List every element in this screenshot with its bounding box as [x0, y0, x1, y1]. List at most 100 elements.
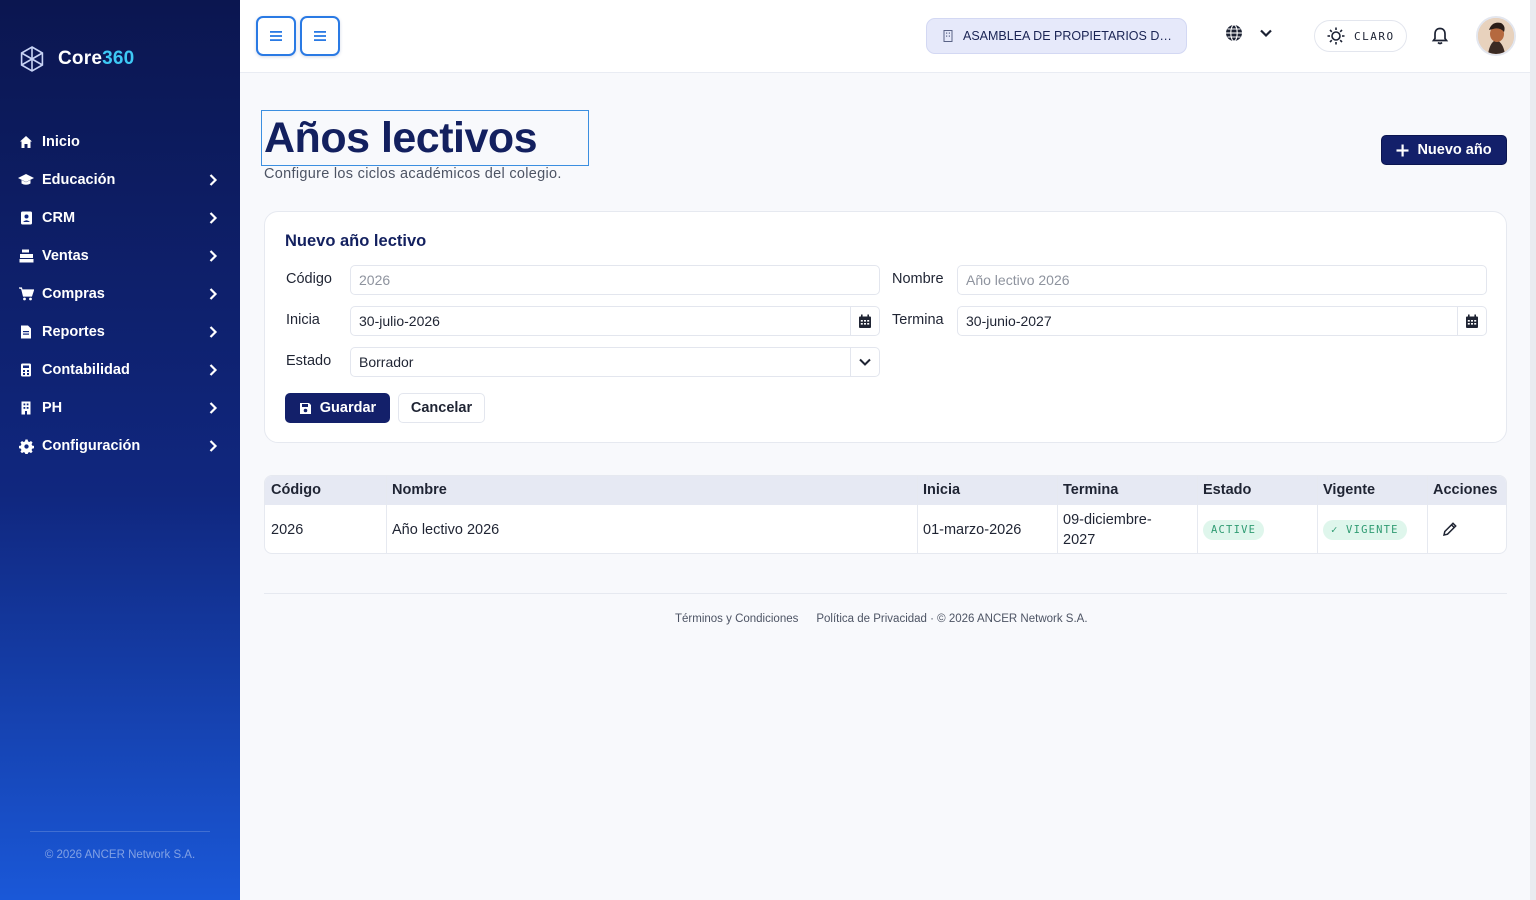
sidebar-item-inicio[interactable]: Inicio — [0, 123, 240, 161]
chevron-right-icon — [209, 326, 218, 338]
termina-date-input[interactable]: 30-junio-2027 — [957, 306, 1487, 336]
sidebar-item-label: Configuración — [42, 438, 141, 454]
sidebar-item-label: Inicio — [42, 134, 80, 150]
edit-pencil-icon[interactable] — [1441, 521, 1458, 538]
chevron-right-icon — [209, 212, 218, 224]
inicia-value: 30-julio-2026 — [359, 313, 440, 329]
calendar-button[interactable] — [1457, 307, 1486, 335]
footer-spacer — [798, 613, 816, 625]
new-year-button[interactable]: Nuevo año — [1381, 135, 1507, 165]
chevron-right-icon — [209, 250, 218, 262]
sidebar-item-ventas[interactable]: Ventas — [0, 237, 240, 275]
new-year-form-card: Nuevo año lectivo Código 2026 Nombre Año… — [264, 211, 1507, 443]
chevron-down-icon — [859, 358, 871, 366]
shopping-cart-icon — [18, 286, 34, 302]
page-title: Años lectivos — [261, 110, 589, 166]
cancel-button[interactable]: Cancelar — [398, 393, 485, 423]
nombre-label: Nombre — [892, 271, 944, 287]
menu-button[interactable] — [300, 16, 340, 56]
sidebar-item-label: Educación — [42, 172, 116, 188]
privacy-link[interactable]: Política de Privacidad — [816, 613, 927, 625]
estado-select[interactable]: Borrador — [350, 347, 880, 377]
column-header-termina[interactable]: Termina — [1057, 476, 1197, 505]
nombre-input[interactable]: Año lectivo 2026 — [957, 265, 1487, 295]
calendar-button[interactable] — [850, 307, 879, 335]
theme-label: CLARO — [1354, 29, 1395, 43]
save-button[interactable]: Guardar — [285, 393, 390, 423]
toggle-sidebar-button[interactable] — [256, 16, 296, 56]
select-toggle[interactable] — [850, 348, 879, 376]
inicia-label: Inicia — [286, 312, 320, 328]
column-header-estado[interactable]: Estado — [1197, 476, 1317, 505]
language-selector[interactable] — [1225, 24, 1273, 42]
codigo-label: Código — [286, 271, 332, 287]
chevron-right-icon — [209, 402, 218, 414]
notifications-button[interactable] — [1431, 26, 1449, 51]
calendar-icon — [859, 314, 871, 328]
chevron-right-icon — [209, 364, 218, 376]
plus-icon — [1396, 144, 1409, 156]
organization-name: ASAMBLEA DE PROPIETARIOS DE LA TORRE — [963, 29, 1173, 43]
sidebar-item-label: Compras — [42, 286, 105, 302]
user-avatar[interactable] — [1476, 16, 1516, 56]
save-label: Guardar — [319, 400, 377, 416]
page-scrollbar[interactable] — [1530, 0, 1536, 900]
sidebar-copyright: © 2026 ANCER Network S.A. — [44, 849, 196, 861]
cell-termina: 09-diciembre-2027 — [1063, 511, 1152, 548]
cell-nombre: Año lectivo 2026 — [392, 521, 500, 538]
footer-divider — [264, 593, 1507, 594]
sidebar-nav: Inicio Educación CRM Ventas Compras Repo… — [0, 123, 240, 465]
sun-icon — [1327, 27, 1345, 45]
termina-label: Termina — [892, 312, 944, 328]
theme-toggle[interactable]: CLARO — [1314, 20, 1407, 52]
sidebar-item-ph[interactable]: PH — [0, 389, 240, 427]
vigente-badge: ✓ VIGENTE — [1323, 519, 1407, 540]
school-years-table: Código Nombre Inicia Termina Estado Vige… — [264, 475, 1507, 554]
graduation-cap-icon — [18, 172, 34, 188]
sidebar: Core360 Inicio Educación CRM Ventas Comp… — [0, 0, 240, 900]
new-year-label: Nuevo año — [1417, 142, 1492, 158]
gear-icon — [18, 438, 34, 454]
sidebar-item-label: Reportes — [42, 324, 105, 340]
column-header-acciones: Acciones — [1433, 482, 1498, 498]
sidebar-item-reportes[interactable]: Reportes — [0, 313, 240, 351]
chevron-right-icon — [209, 440, 218, 452]
contact-book-icon — [18, 210, 34, 226]
sidebar-item-contabilidad[interactable]: Contabilidad — [0, 351, 240, 389]
brand[interactable]: Core360 — [18, 45, 134, 73]
calendar-icon — [1466, 314, 1478, 328]
core360-logo-icon — [20, 46, 44, 72]
terms-link[interactable]: Términos y Condiciones — [675, 613, 798, 625]
cell-estado: ACTIVE — [1197, 505, 1317, 553]
form-title: Nuevo año lectivo — [285, 232, 427, 250]
cell-codigo: 2026 — [271, 521, 304, 538]
sidebar-item-crm[interactable]: CRM — [0, 199, 240, 237]
inicia-date-input[interactable]: 30-julio-2026 — [350, 306, 880, 336]
avatar-image — [1478, 18, 1514, 54]
sidebar-item-label: PH — [42, 400, 63, 416]
chevron-right-icon — [209, 174, 218, 186]
sidebar-item-configuracion[interactable]: Configuración — [0, 427, 240, 465]
organization-selector[interactable]: ASAMBLEA DE PROPIETARIOS DE LA TORRE — [926, 18, 1187, 54]
column-header-codigo[interactable]: Código — [265, 476, 386, 505]
chevron-down-icon — [1260, 29, 1272, 38]
globe-icon — [1226, 24, 1242, 42]
cell-inicia: 01-marzo-2026 — [923, 521, 1022, 538]
column-header-nombre[interactable]: Nombre — [386, 476, 917, 505]
codigo-input[interactable]: 2026 — [350, 265, 880, 295]
termina-value: 30-junio-2027 — [966, 313, 1052, 329]
table-header: Código Nombre Inicia Termina Estado Vige… — [265, 476, 1506, 505]
sidebar-item-educacion[interactable]: Educación — [0, 161, 240, 199]
cash-register-icon — [18, 248, 34, 264]
sidebar-item-compras[interactable]: Compras — [0, 275, 240, 313]
estado-value: Borrador — [359, 354, 414, 370]
estado-label: Estado — [286, 353, 332, 369]
page-footer: Términos y Condiciones Política de Priva… — [675, 613, 1088, 625]
building-icon — [943, 30, 953, 42]
building-icon — [18, 400, 34, 416]
column-header-vigente[interactable]: Vigente — [1317, 476, 1427, 505]
column-header-inicia[interactable]: Inicia — [917, 476, 1057, 505]
sidebar-item-label: Contabilidad — [42, 362, 130, 378]
chevron-right-icon — [209, 288, 218, 300]
calculator-icon — [18, 362, 34, 378]
